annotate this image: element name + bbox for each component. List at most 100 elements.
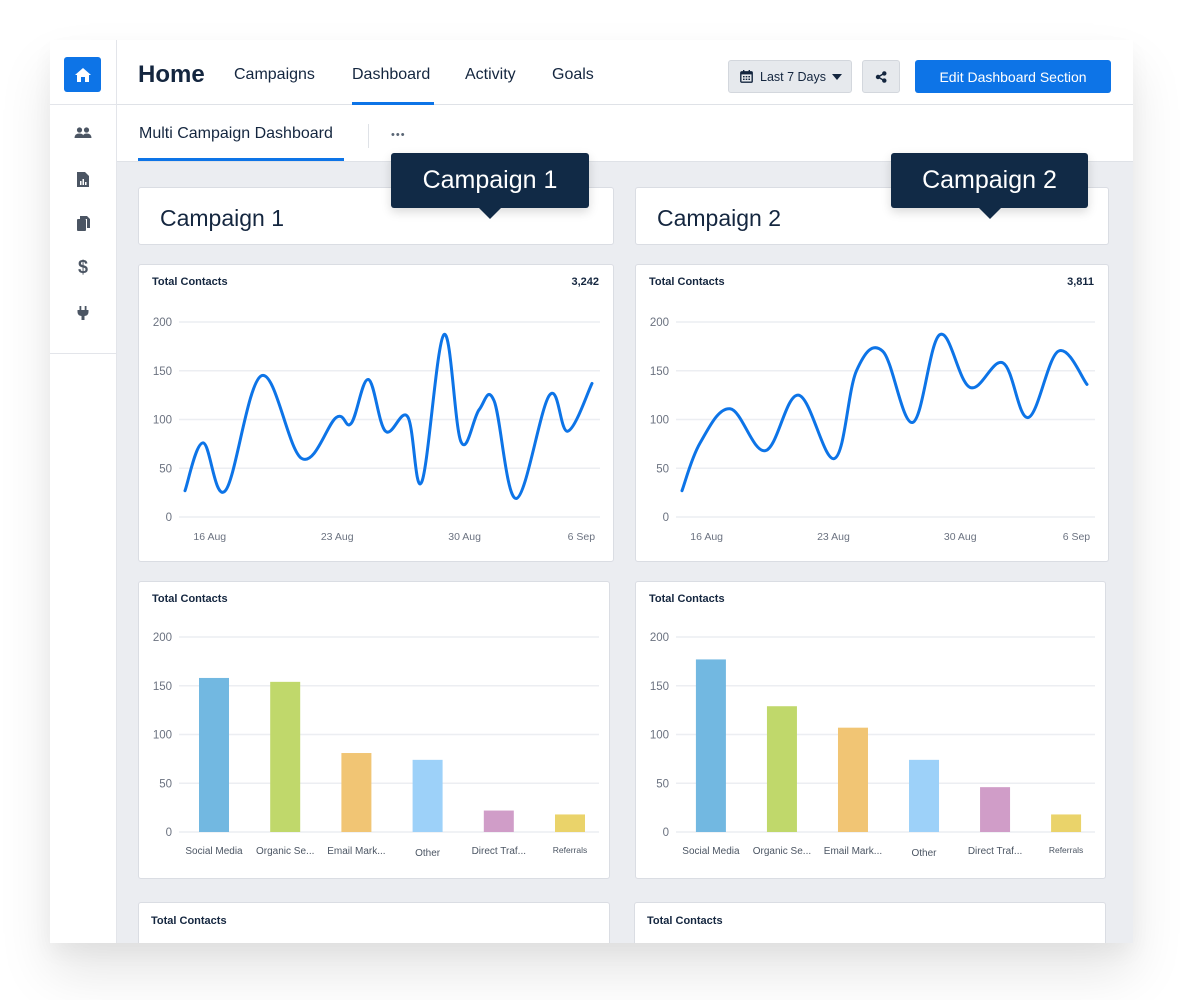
- x-tick-label: 30 Aug: [944, 531, 977, 543]
- y-tick-label: 150: [650, 681, 669, 693]
- bar: [270, 681, 301, 832]
- bar-chart-card: Total Contacts 0 50 100 150 200 Social Media O…: [138, 581, 610, 879]
- tab-activity[interactable]: Activity: [465, 66, 516, 84]
- caret-down-icon: [832, 73, 843, 80]
- y-tick-label: 100: [650, 730, 669, 742]
- date-range-dropdown[interactable]: Last 7 Days: [728, 60, 852, 93]
- dashboard-content: Campaign 1 Total Contacts 3,242 0 50 100 15…: [117, 153, 1133, 943]
- bar: [695, 659, 726, 832]
- bar: [341, 753, 372, 832]
- sidebar-item-home[interactable]: [64, 57, 101, 92]
- tab-multi-campaign-dashboard[interactable]: Multi Campaign Dashboard: [138, 125, 344, 161]
- sidebar-divider: [50, 104, 117, 105]
- subnav-divider: [368, 124, 369, 148]
- line-chart: 0 50 100 150 200 16 Aug 23 Aug 30 Aug 6 Sep: [650, 317, 1095, 543]
- y-tick-label: 0: [663, 827, 669, 839]
- y-tick-label: 100: [153, 730, 172, 742]
- home-icon: [74, 67, 91, 82]
- sidebar-divider: [50, 353, 117, 354]
- x-tick-label: 23 Aug: [817, 531, 850, 543]
- y-tick-label: 0: [663, 512, 669, 524]
- y-tick-label: 200: [650, 632, 669, 644]
- chart-card: Total Contacts: [634, 902, 1106, 943]
- x-tick-label: 16 Aug: [690, 531, 723, 543]
- bar: [555, 814, 585, 832]
- chart-card: Total Contacts: [138, 902, 610, 943]
- line-chart-card: Total Contacts 3,242 0 50 100 150 200 16 Aug 2…: [138, 264, 614, 562]
- calendar-icon: [740, 70, 753, 83]
- ellipsis-icon: •••: [391, 129, 406, 141]
- share-button[interactable]: [862, 60, 900, 93]
- x-tick-label: Direct Traf...: [472, 846, 526, 857]
- chart-title: Total Contacts: [647, 915, 723, 927]
- sidebar-item-documents[interactable]: [72, 212, 94, 234]
- x-tick-label: Email Mark...: [824, 846, 882, 857]
- bar-chart: 0 50 100 150 200 Social Media Organic Se... Ema…: [650, 632, 1095, 859]
- campaign-tooltip: Campaign 1: [391, 153, 589, 219]
- edit-dashboard-section-button[interactable]: Edit Dashboard Section: [915, 60, 1111, 93]
- x-tick-label: Organic Se...: [753, 846, 811, 857]
- bar: [909, 759, 940, 832]
- bar: [412, 759, 443, 832]
- campaign-title: Campaign 1: [160, 205, 285, 231]
- more-options-button[interactable]: •••: [391, 125, 406, 143]
- sidebar-item-billing[interactable]: $: [72, 256, 94, 278]
- line-chart: 0 50 100 150 200 16 Aug 23 Aug 30 Aug 6 Sep: [153, 317, 600, 543]
- y-tick-label: 50: [159, 778, 172, 790]
- bar-chart-card: Total Contacts 0 50 100 150 200 Social Media O…: [635, 581, 1106, 879]
- sidebar: $: [50, 40, 117, 943]
- app-window: $ Home Campaigns Dashboard Activity Goal…: [50, 40, 1133, 943]
- x-tick-label: Social Media: [682, 846, 740, 857]
- bar: [980, 787, 1011, 832]
- y-tick-label: 50: [656, 463, 669, 475]
- sidebar-item-contacts[interactable]: [72, 122, 94, 144]
- x-tick-label: 23 Aug: [321, 531, 354, 543]
- bar: [483, 810, 514, 832]
- copy-icon: [76, 215, 90, 231]
- y-tick-label: 100: [650, 415, 669, 427]
- sidebar-item-integrations[interactable]: [72, 302, 94, 324]
- share-icon: [875, 70, 887, 83]
- y-tick-label: 150: [650, 366, 669, 378]
- x-tick-label: 6 Sep: [568, 531, 596, 543]
- bar: [837, 727, 868, 832]
- tab-goals[interactable]: Goals: [552, 66, 594, 84]
- sidebar-item-reports[interactable]: [72, 168, 94, 190]
- y-tick-label: 0: [166, 827, 172, 839]
- tab-dashboard[interactable]: Dashboard: [352, 66, 435, 105]
- plug-icon: [77, 306, 89, 320]
- users-icon: [74, 127, 92, 138]
- x-tick-label: Other: [415, 848, 441, 859]
- bar: [766, 706, 797, 832]
- chart-title: Total Contacts: [151, 915, 227, 927]
- x-tick-label: 16 Aug: [193, 531, 226, 543]
- date-range-label: Last 7 Days: [760, 69, 827, 84]
- page-title: Home: [138, 61, 205, 88]
- bar: [1051, 814, 1082, 832]
- bar: [199, 677, 229, 832]
- campaign-title: Campaign 2: [657, 205, 782, 231]
- x-tick-label: Referrals: [553, 845, 587, 855]
- x-tick-label: Referrals: [1049, 845, 1083, 855]
- y-tick-label: 50: [656, 778, 669, 790]
- line-chart-card: Total Contacts 3,811 0 50 100 150 200 16 Aug 2…: [635, 264, 1109, 562]
- y-tick-label: 200: [153, 632, 172, 644]
- y-tick-label: 200: [153, 317, 172, 329]
- data-line: [680, 333, 1089, 493]
- campaign-tooltip: Campaign 2: [891, 153, 1088, 219]
- x-tick-label: Direct Traf...: [968, 846, 1022, 857]
- x-tick-label: Email Mark...: [327, 846, 385, 857]
- dollar-icon: $: [77, 256, 88, 277]
- y-tick-label: 200: [650, 317, 669, 329]
- tab-campaigns[interactable]: Campaigns: [234, 66, 315, 84]
- y-tick-label: 150: [153, 366, 172, 378]
- y-tick-label: 50: [159, 463, 172, 475]
- x-tick-label: 6 Sep: [1063, 531, 1091, 543]
- y-tick-label: 0: [166, 512, 172, 524]
- x-tick-label: Other: [912, 848, 938, 859]
- top-nav: Home Campaigns Dashboard Activity Goals …: [117, 40, 1133, 105]
- report-icon: [77, 171, 89, 187]
- bar-chart: 0 50 100 150 200 Social Media Organic Se... Ema…: [153, 632, 599, 859]
- data-line: [183, 333, 594, 500]
- y-tick-label: 150: [153, 681, 172, 693]
